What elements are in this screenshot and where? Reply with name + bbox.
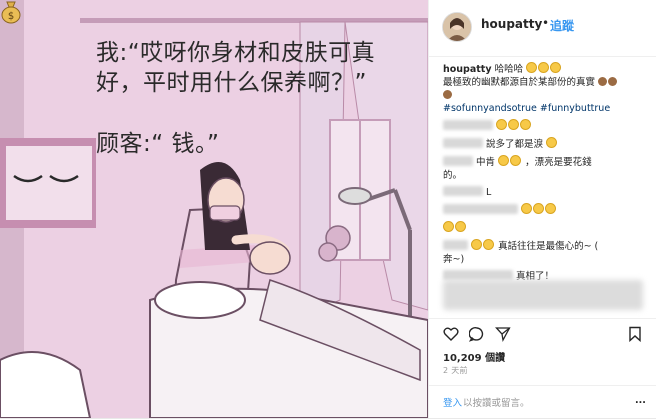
caption-line-1: 我:“哎呀你身材和皮肤可真 bbox=[96, 40, 376, 66]
timestamp: 2 天前 bbox=[443, 366, 468, 375]
grin-emoji-icon bbox=[483, 239, 495, 250]
list-item: 真話往往是最傷心的~ ( 奔~) bbox=[443, 239, 648, 266]
grin-emoji-icon bbox=[510, 155, 522, 166]
caption-line-2: 好，平时用什么保养啊？” bbox=[96, 70, 367, 96]
caption-text-1: 我:“哎呀你身材和皮肤可真 好，平时用什么保养啊？” bbox=[96, 38, 416, 98]
list-item bbox=[443, 221, 648, 235]
list-item: L bbox=[443, 186, 648, 199]
blurred-comment-block bbox=[443, 280, 643, 310]
blurred-username bbox=[443, 120, 493, 130]
login-link[interactable]: 登入 bbox=[443, 395, 462, 409]
bookmark-icon[interactable] bbox=[627, 326, 643, 342]
grin-emoji-icon bbox=[498, 155, 510, 166]
grin-emoji-icon bbox=[455, 221, 466, 232]
comment-text: 真話往往是最傷心的~ ( bbox=[498, 241, 599, 252]
comment-text-line2: 最極致的幽默都源自於某部份的真實 bbox=[443, 77, 596, 88]
comment-username[interactable]: houpatty bbox=[443, 64, 492, 75]
comment-text: 哈哈哈 bbox=[494, 64, 524, 75]
avatar[interactable] bbox=[442, 12, 472, 42]
more-options-icon[interactable]: ... bbox=[635, 395, 646, 406]
profile-photo-icon bbox=[443, 13, 471, 41]
username-link[interactable]: houpatty bbox=[481, 17, 542, 31]
grin-emoji-icon bbox=[533, 203, 545, 214]
blurred-username bbox=[443, 156, 473, 166]
blurred-username bbox=[443, 186, 483, 196]
login-prompt: 登入 以按讚或留言。 ... bbox=[429, 385, 656, 419]
likes-count[interactable]: 10,209 個讚 bbox=[443, 349, 505, 364]
money-bag-icon: $ bbox=[1, 1, 21, 24]
see-no-evil-monkey-icon bbox=[608, 77, 618, 86]
comment-text: 中肯 bbox=[476, 157, 496, 168]
instagram-post-window: 我:“哎呀你身材和皮肤可真 好，平时用什么保养啊？” 顾客:“ 钱。” $ ho… bbox=[0, 0, 656, 418]
comments-list: houpatty 哈哈哈 最極致的幽默都源自於某部份的真實 #sofunnyan… bbox=[443, 62, 648, 287]
comment-text: ，漂亮是要花錢 bbox=[525, 157, 592, 168]
see-no-evil-monkey-icon bbox=[598, 77, 608, 86]
heart-icon[interactable] bbox=[443, 326, 459, 342]
owner-comment: houpatty 哈哈哈 最極致的幽默都源自於某部份的真實 #sofunnyan… bbox=[443, 62, 648, 115]
list-item: 說多了都是淚 bbox=[443, 137, 648, 151]
svg-text:$: $ bbox=[8, 11, 14, 22]
comment-text: L bbox=[486, 187, 492, 198]
list-item bbox=[443, 119, 648, 133]
caption-text-2: 顾客:“ 钱。” bbox=[96, 131, 220, 157]
comment-text: 說多了都是淚 bbox=[486, 139, 544, 150]
grin-emoji-icon bbox=[508, 119, 520, 130]
grin-emoji-icon bbox=[521, 203, 533, 214]
blurred-username bbox=[443, 270, 513, 280]
list-item: 中肯 ，漂亮是要花錢 的。 bbox=[443, 155, 648, 182]
post-header: houpatty • 追蹤 bbox=[429, 0, 656, 57]
separator-dot: • bbox=[542, 16, 550, 30]
grin-emoji-icon bbox=[538, 62, 550, 73]
grin-emoji-icon bbox=[496, 119, 508, 130]
grin-emoji-icon bbox=[545, 203, 557, 214]
hashtags-link[interactable]: #sofunnyandsotrue #funnybuttrue bbox=[443, 102, 648, 115]
grin-emoji-icon bbox=[471, 239, 483, 250]
follow-button[interactable]: 追蹤 bbox=[550, 17, 574, 34]
login-prompt-text: 以按讚或留言。 bbox=[463, 398, 530, 409]
post-image[interactable]: 我:“哎呀你身材和皮肤可真 好，平时用什么保养啊？” 顾客:“ 钱。” $ bbox=[0, 0, 428, 418]
blurred-username bbox=[443, 240, 468, 250]
grin-emoji-icon bbox=[443, 221, 454, 232]
blurred-username bbox=[443, 204, 518, 214]
grin-emoji-icon bbox=[546, 137, 558, 148]
comment-text: 奔~) bbox=[443, 254, 465, 265]
blurred-username bbox=[443, 138, 483, 148]
list-item bbox=[443, 203, 648, 217]
grin-emoji-icon bbox=[520, 119, 532, 130]
post-side-panel: houpatty • 追蹤 houpatty 哈哈哈 最極致的幽默都源自於某部份… bbox=[428, 0, 656, 418]
comment-text: 的。 bbox=[443, 170, 463, 181]
grin-emoji-icon bbox=[526, 62, 538, 73]
see-no-evil-monkey-icon bbox=[443, 90, 452, 99]
grin-emoji-icon bbox=[550, 62, 562, 73]
action-bar bbox=[429, 318, 656, 347]
comment-icon[interactable] bbox=[469, 326, 485, 342]
share-icon[interactable] bbox=[495, 326, 511, 342]
